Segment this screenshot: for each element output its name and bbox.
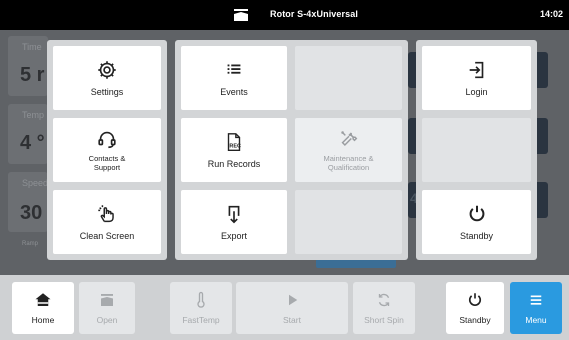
- settings-label: Settings: [90, 87, 124, 97]
- short-spin-label: Short Spin: [364, 315, 404, 325]
- hand-touch-icon: [98, 205, 114, 223]
- standby-button[interactable]: Standby: [446, 282, 504, 334]
- standby-menu-label: Standby: [459, 231, 494, 241]
- settings-button[interactable]: Settings: [53, 46, 161, 110]
- home-icon: [35, 293, 51, 306]
- contacts-support-button[interactable]: Contacts & Support: [53, 118, 161, 182]
- power-icon: [469, 205, 484, 222]
- bg-progress: [316, 259, 396, 268]
- bg-time-label: Time: [22, 42, 42, 52]
- record-document-icon: REC: [227, 133, 241, 151]
- export-button[interactable]: Export: [181, 190, 287, 254]
- spin-arrows-icon: [378, 293, 390, 307]
- bottom-nav: Home Open FastTemp Start Short Spin Stan…: [0, 275, 569, 340]
- hamburger-icon: [530, 295, 542, 305]
- clock: 14:02: [539, 9, 563, 19]
- clean-screen-button[interactable]: Clean Screen: [53, 190, 161, 254]
- open-label: Open: [96, 315, 118, 325]
- login-button[interactable]: Login: [422, 46, 531, 110]
- fasttemp-button[interactable]: FastTemp: [170, 282, 232, 334]
- list-icon: [227, 64, 241, 74]
- menu-panel-middle: Events REC Run Records Maintenance & Qua…: [175, 40, 408, 260]
- menu-panel-right: Login Standby: [416, 40, 537, 260]
- open-button[interactable]: Open: [79, 282, 135, 334]
- run-records-label: Run Records: [207, 159, 261, 169]
- rotor-icon: [234, 9, 248, 21]
- menu-panel-left: Settings Contacts & Support Clean Screen: [47, 40, 167, 260]
- contacts-label-2: Support: [93, 163, 121, 172]
- headset-icon: [98, 131, 116, 149]
- status-bar: Rotor S-4xUniversal 14:02: [0, 0, 569, 30]
- clean-screen-label: Clean Screen: [79, 231, 135, 241]
- fasttemp-label: FastTemp: [182, 315, 220, 325]
- home-label: Home: [31, 315, 55, 325]
- wrench-screwdriver-icon: [340, 131, 357, 146]
- events-button[interactable]: Events: [181, 46, 287, 110]
- maintenance-label-2: Qualification: [327, 163, 370, 172]
- bg-ramp-label: Ramp: [22, 241, 39, 247]
- events-label: Events: [220, 87, 248, 97]
- bg-speed-value: 30: [20, 202, 43, 224]
- empty-slot: [295, 46, 402, 110]
- export-label: Export: [220, 231, 247, 241]
- svg-text:REC: REC: [229, 144, 241, 150]
- standby-label: Standby: [459, 315, 491, 325]
- home-button[interactable]: Home: [12, 282, 74, 334]
- contacts-label-1: Contacts &: [88, 154, 126, 163]
- login-icon: [469, 61, 483, 79]
- thermometer-icon: [197, 291, 205, 308]
- menu-button[interactable]: Menu: [510, 282, 562, 334]
- run-records-button[interactable]: REC Run Records: [181, 118, 287, 182]
- bg-temp-value: 4 °: [20, 132, 45, 154]
- bg-speed-label: Speed: [22, 178, 49, 188]
- standby-menu-button[interactable]: Standby: [422, 190, 531, 254]
- short-spin-button[interactable]: Short Spin: [353, 282, 415, 334]
- play-icon: [289, 294, 298, 306]
- menu-label: Menu: [525, 315, 547, 325]
- maintenance-label-1: Maintenance &: [323, 154, 374, 163]
- empty-slot: [295, 190, 402, 254]
- maintenance-qualification-button[interactable]: Maintenance & Qualification: [295, 118, 402, 182]
- gear-icon: [98, 61, 116, 79]
- start-label: Start: [283, 315, 301, 325]
- lid-open-icon: [101, 294, 113, 306]
- start-button[interactable]: Start: [236, 282, 348, 334]
- power-icon: [469, 293, 481, 306]
- login-label: Login: [465, 87, 488, 97]
- bg-time-value: 5 r: [20, 64, 45, 86]
- empty-slot: [422, 118, 531, 182]
- rotor-title: Rotor S-4xUniversal: [270, 9, 358, 19]
- export-icon: [228, 205, 240, 224]
- bg-temp-label: Temp: [22, 110, 45, 120]
